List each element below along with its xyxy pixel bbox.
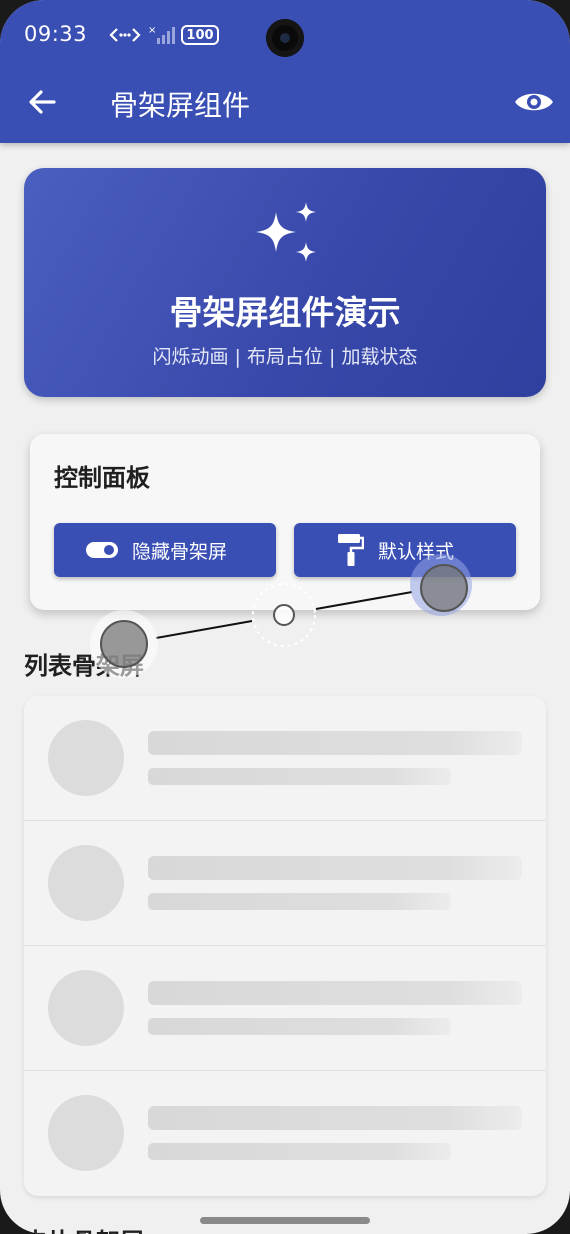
- touch-mid-point: [273, 604, 295, 626]
- device-screen: 09:33 × 100 骨架屏组件 骨架屏组件演示 闪烁动画 | 布局占位 | …: [0, 0, 570, 1234]
- touch-start-point: [100, 620, 148, 668]
- home-indicator[interactable]: [200, 1217, 370, 1224]
- touch-end-point: [420, 564, 468, 612]
